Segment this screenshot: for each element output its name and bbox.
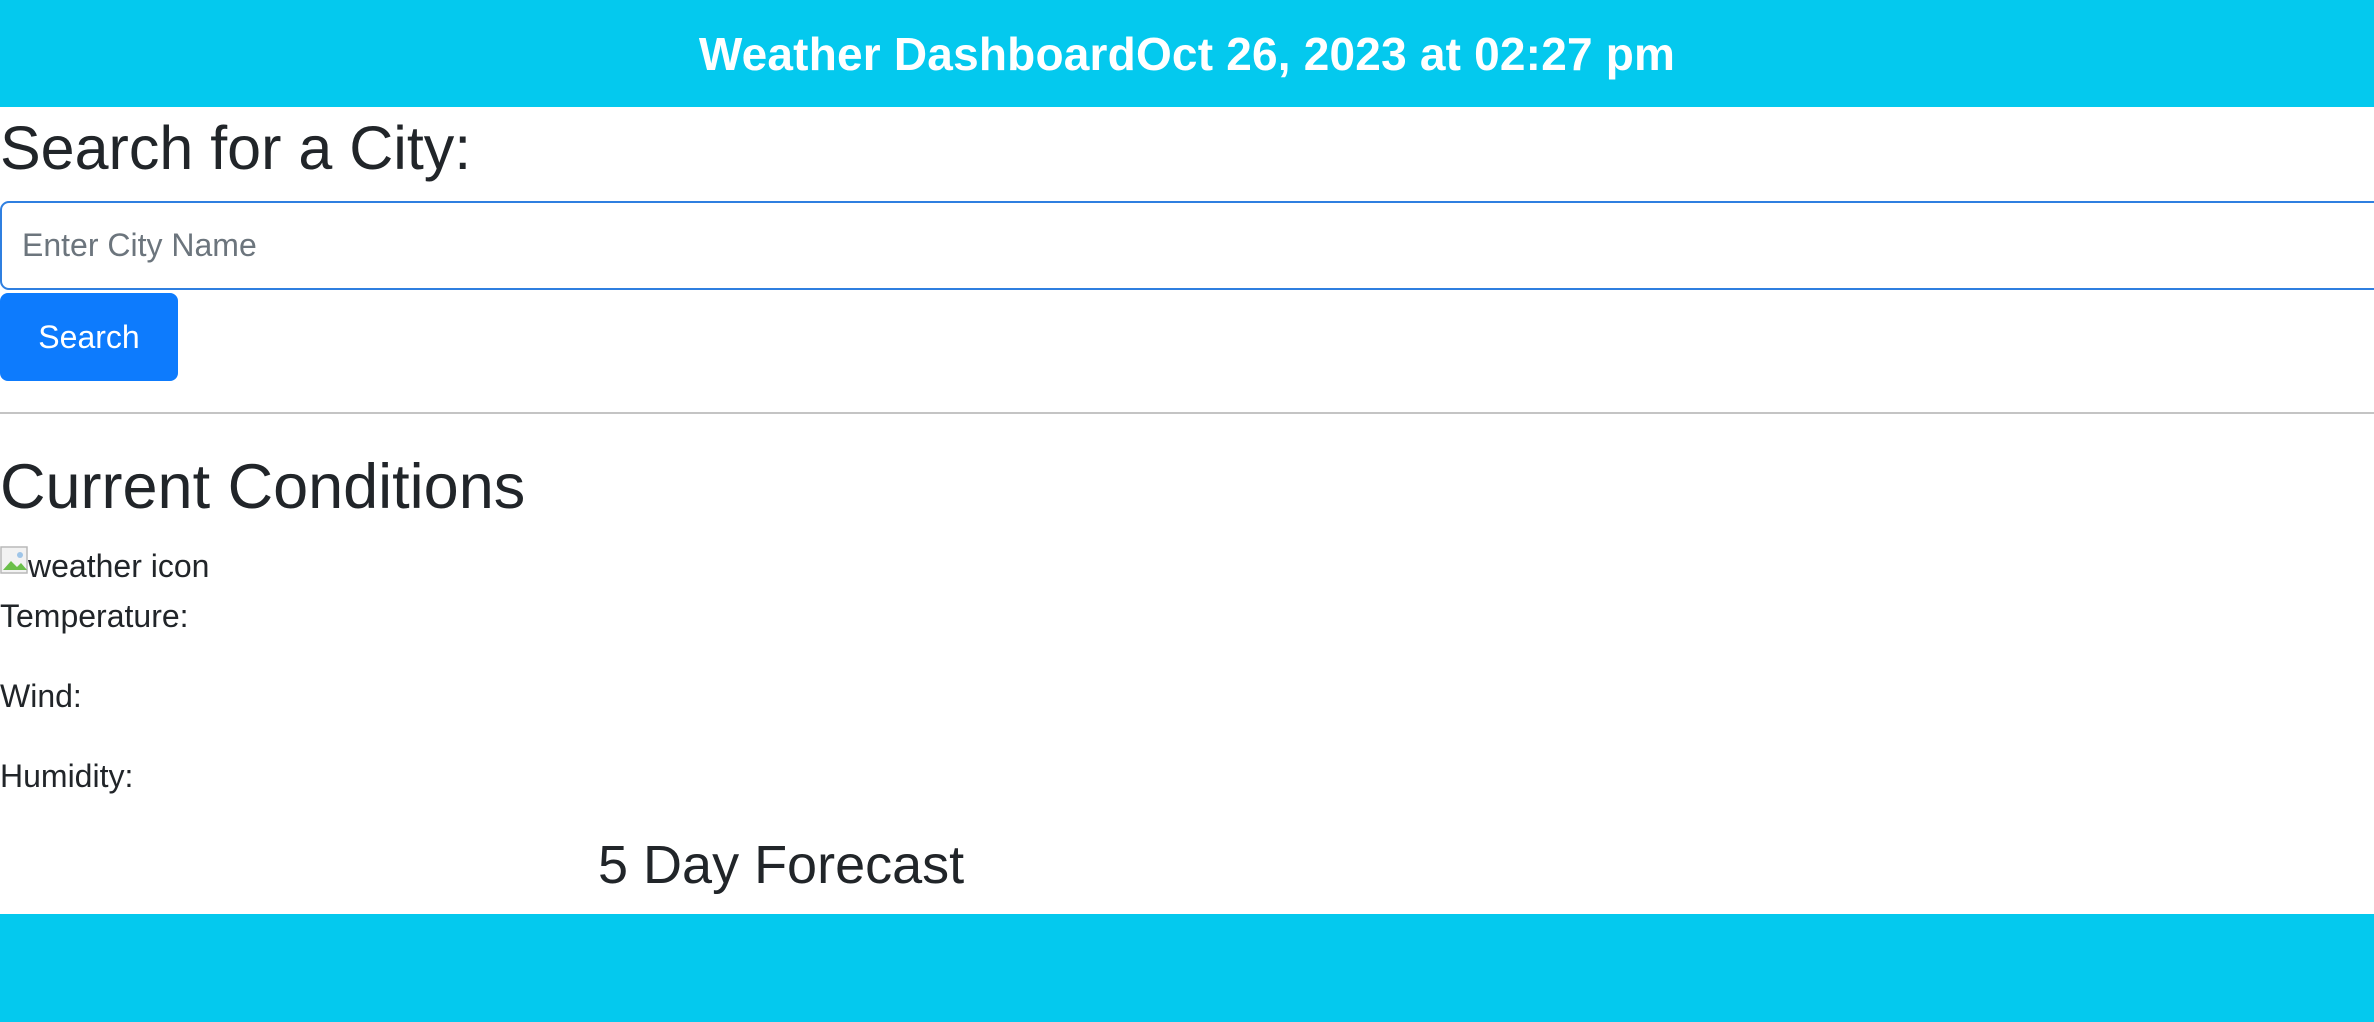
header-banner: Weather DashboardOct 26, 2023 at 02:27 p… <box>0 0 2374 107</box>
page-title: Weather DashboardOct 26, 2023 at 02:27 p… <box>699 27 1675 81</box>
section-divider <box>0 412 2374 414</box>
current-conditions-heading: Current Conditions <box>0 452 526 522</box>
footer-banner <box>0 914 2374 1022</box>
forecast-heading: 5 Day Forecast <box>598 835 965 895</box>
city-search-input[interactable] <box>0 201 2374 290</box>
humidity-label: Humidity: <box>0 758 134 794</box>
search-heading: Search for a City: <box>0 114 472 182</box>
temperature-label: Temperature: <box>0 598 189 634</box>
search-button[interactable]: Search <box>0 293 178 381</box>
weather-icon: weather icon <box>0 543 209 589</box>
current-datetime: Oct 26, 2023 at 02:27 pm <box>1135 27 1676 80</box>
app-title: Weather Dashboard <box>698 27 1136 80</box>
wind-label: Wind: <box>0 678 82 714</box>
weather-icon-alt-text: weather icon <box>28 547 210 584</box>
broken-image-icon <box>0 546 30 576</box>
